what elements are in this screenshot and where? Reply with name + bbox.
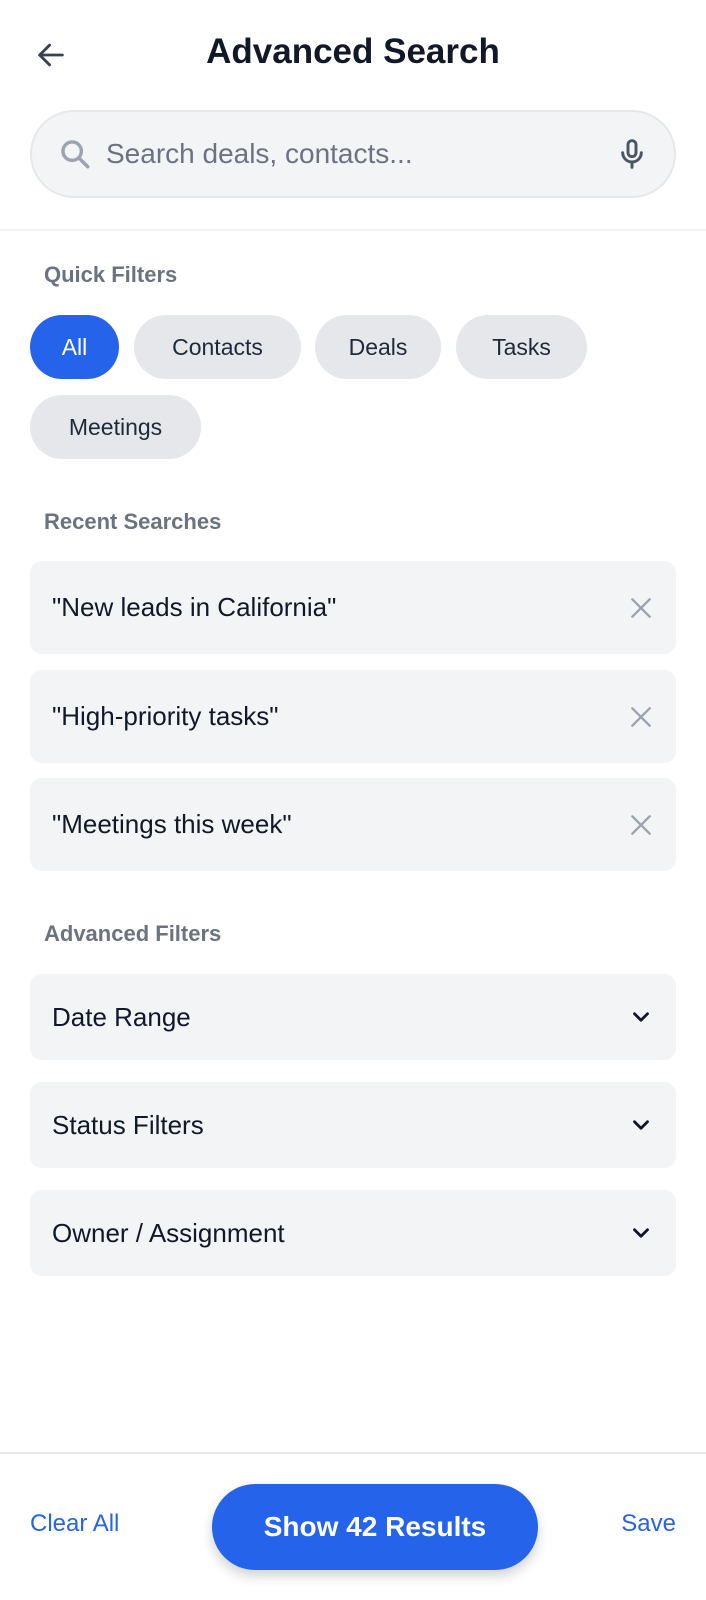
accordion-date-range[interactable]: Date Range <box>30 974 676 1060</box>
close-icon[interactable] <box>628 704 654 730</box>
chevron-down-icon <box>633 1012 649 1022</box>
chevron-down-icon <box>633 1228 649 1238</box>
chip-tasks[interactable]: Tasks <box>456 315 587 379</box>
chip-meetings[interactable]: Meetings <box>30 395 201 459</box>
microphone-icon[interactable] <box>616 136 648 172</box>
recent-search-text: "New leads in California" <box>52 592 337 622</box>
accordion-label: Date Range <box>52 1001 191 1032</box>
accordion-owner-assignment[interactable]: Owner / Assignment <box>30 1190 676 1276</box>
recent-search-item[interactable]: "High-priority tasks" <box>30 670 676 763</box>
search-icon <box>61 140 90 169</box>
chip-contacts[interactable]: Contacts <box>134 315 301 379</box>
close-icon[interactable] <box>628 595 654 621</box>
show-results-button[interactable]: Show 42 Results <box>212 1484 538 1570</box>
search-bar[interactable] <box>30 110 676 198</box>
save-button[interactable]: Save <box>621 1510 676 1538</box>
recent-search-text: "High-priority tasks" <box>52 701 279 731</box>
accordion-label: Owner / Assignment <box>52 1217 285 1248</box>
quick-filters-heading: Quick Filters <box>44 262 178 287</box>
page-title: Advanced Search <box>206 32 500 71</box>
recent-searches-heading: Recent Searches <box>44 509 222 534</box>
close-icon[interactable] <box>628 812 654 838</box>
recent-search-item[interactable]: "New leads in California" <box>30 561 676 654</box>
advanced-filters-heading: Advanced Filters <box>44 921 222 946</box>
search-input[interactable] <box>106 138 616 170</box>
accordion-label: Status Filters <box>52 1109 204 1140</box>
clear-all-button[interactable]: Clear All <box>30 1510 119 1538</box>
chip-all[interactable]: All <box>30 315 119 379</box>
recent-search-text: "Meetings this week" <box>52 809 292 839</box>
chevron-down-icon <box>633 1120 649 1130</box>
recent-search-item[interactable]: "Meetings this week" <box>30 778 676 871</box>
footer-divider <box>0 1452 706 1454</box>
accordion-status-filters[interactable]: Status Filters <box>30 1082 676 1168</box>
chip-deals[interactable]: Deals <box>315 315 441 379</box>
header-divider <box>0 229 706 231</box>
